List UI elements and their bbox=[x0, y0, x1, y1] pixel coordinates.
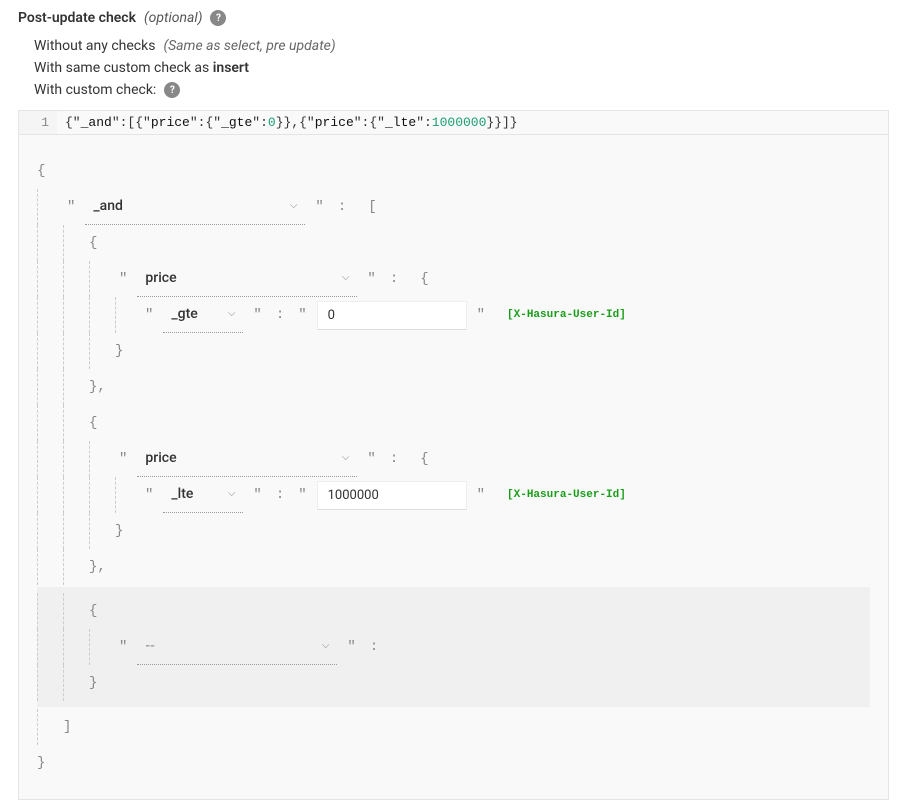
root-open-brace: { bbox=[37, 153, 870, 189]
filter-builder: { " _and ⌵ " : [ { " price ⌵ bbox=[19, 135, 888, 799]
group1-open: { bbox=[37, 225, 870, 261]
section-optional-label: (optional) bbox=[144, 10, 202, 26]
colon-mark: : bbox=[386, 446, 402, 473]
code-content[interactable]: {"_and":[{"price":{"_gte":0}},{"price":{… bbox=[57, 111, 888, 134]
section-title: Post-update check bbox=[18, 10, 136, 26]
quote-mark: " bbox=[363, 266, 379, 293]
help-icon[interactable]: ? bbox=[210, 10, 226, 26]
value-input-lte[interactable] bbox=[317, 481, 467, 510]
quote-mark: " bbox=[294, 482, 310, 509]
option-custom-check-label: With custom check: bbox=[34, 82, 156, 98]
option-without-checks[interactable]: Without any checks (Same as select, pre … bbox=[34, 38, 889, 54]
quote-mark: " bbox=[473, 302, 489, 329]
help-icon[interactable]: ? bbox=[164, 82, 180, 98]
and-row: " _and ⌵ " : [ bbox=[37, 189, 870, 225]
chevron-down-icon: ⌵ bbox=[228, 305, 236, 324]
price2-row: " price ⌵ " : { bbox=[37, 441, 870, 477]
colon-mark: : bbox=[272, 302, 288, 329]
operator-selector-gte[interactable]: _gte ⌵ bbox=[163, 297, 243, 333]
quote-mark: " bbox=[363, 446, 379, 473]
quote-mark: " bbox=[141, 302, 157, 329]
quote-mark: " bbox=[63, 194, 79, 221]
placeholder-close: } bbox=[37, 665, 870, 701]
chevron-down-icon: ⌵ bbox=[228, 485, 236, 504]
gte-row: " _gte ⌵ " : " " [X-Hasura-User-Id] bbox=[37, 297, 870, 333]
quote-mark: " bbox=[343, 634, 359, 661]
chevron-down-icon: ⌵ bbox=[322, 637, 330, 656]
price2-close: } bbox=[37, 513, 870, 549]
operator-selector-lte[interactable]: _lte ⌵ bbox=[163, 477, 243, 513]
colon-mark: : bbox=[272, 482, 288, 509]
option-without-checks-hint: (Same as select, pre update) bbox=[163, 38, 335, 54]
quote-mark: " bbox=[115, 446, 131, 473]
chevron-down-icon: ⌵ bbox=[290, 197, 298, 216]
open-bracket: [ bbox=[356, 194, 376, 221]
group2-close: }, bbox=[37, 549, 870, 585]
quote-mark: " bbox=[249, 302, 265, 329]
column-selector-price2[interactable]: price ⌵ bbox=[137, 441, 357, 477]
option-same-as-label: With same custom check as insert bbox=[34, 60, 249, 76]
session-variable-suggestion[interactable]: [X-Hasura-User-Id] bbox=[507, 305, 626, 326]
placeholder-group: { " -- ⌵ " : } bbox=[37, 587, 870, 707]
and-selector[interactable]: _and ⌵ bbox=[85, 189, 305, 225]
column-selector-price1[interactable]: price ⌵ bbox=[137, 261, 357, 297]
quote-mark: " bbox=[294, 302, 310, 329]
quote-mark: " bbox=[115, 266, 131, 293]
group1-close: }, bbox=[37, 369, 870, 405]
placeholder-open: { bbox=[37, 593, 870, 629]
column-selector-empty[interactable]: -- ⌵ bbox=[137, 629, 337, 665]
price1-close: } bbox=[37, 333, 870, 369]
gutter-line-number: 1 bbox=[19, 111, 57, 134]
chevron-down-icon: ⌵ bbox=[342, 449, 350, 468]
quote-mark: " bbox=[311, 194, 327, 221]
lte-row: " _lte ⌵ " : " " [X-Hasura-User-Id] bbox=[37, 477, 870, 513]
group2-open: { bbox=[37, 405, 870, 441]
header: Post-update check (optional) ? Without a… bbox=[18, 10, 889, 98]
price1-row: " price ⌵ " : { bbox=[37, 261, 870, 297]
code-line-1[interactable]: 1 {"_and":[{"price":{"_gte":0}},{"price"… bbox=[19, 111, 888, 135]
column-selector-placeholder: -- bbox=[145, 633, 155, 660]
root-close-brace: } bbox=[37, 745, 870, 781]
check-options: Without any checks (Same as select, pre … bbox=[18, 38, 889, 98]
colon-mark: : bbox=[366, 634, 382, 661]
quote-mark: " bbox=[249, 482, 265, 509]
quote-mark: " bbox=[473, 482, 489, 509]
quote-mark: " bbox=[141, 482, 157, 509]
option-same-as-insert[interactable]: With same custom check as insert bbox=[34, 60, 889, 76]
and-close-bracket: ] bbox=[37, 709, 870, 745]
operator-selector-label: _gte bbox=[171, 301, 197, 328]
column-selector-label: price bbox=[145, 445, 176, 472]
header-title-row: Post-update check (optional) ? bbox=[18, 10, 889, 26]
and-selector-label: _and bbox=[93, 193, 123, 220]
quote-mark: " bbox=[115, 634, 131, 661]
code-editor: 1 {"_and":[{"price":{"_gte":0}},{"price"… bbox=[18, 110, 889, 800]
open-brace: { bbox=[408, 446, 428, 473]
colon-mark: : bbox=[386, 266, 402, 293]
chevron-down-icon: ⌵ bbox=[342, 269, 350, 288]
colon-mark: : bbox=[334, 194, 350, 221]
value-input-gte[interactable] bbox=[317, 301, 467, 330]
option-without-checks-label: Without any checks bbox=[34, 38, 155, 54]
operator-selector-label: _lte bbox=[171, 481, 193, 508]
column-selector-label: price bbox=[145, 265, 176, 292]
session-variable-suggestion[interactable]: [X-Hasura-User-Id] bbox=[507, 485, 626, 506]
option-custom-check[interactable]: With custom check: ? bbox=[34, 82, 889, 98]
placeholder-field-row: " -- ⌵ " : bbox=[37, 629, 870, 665]
open-brace: { bbox=[408, 266, 428, 293]
